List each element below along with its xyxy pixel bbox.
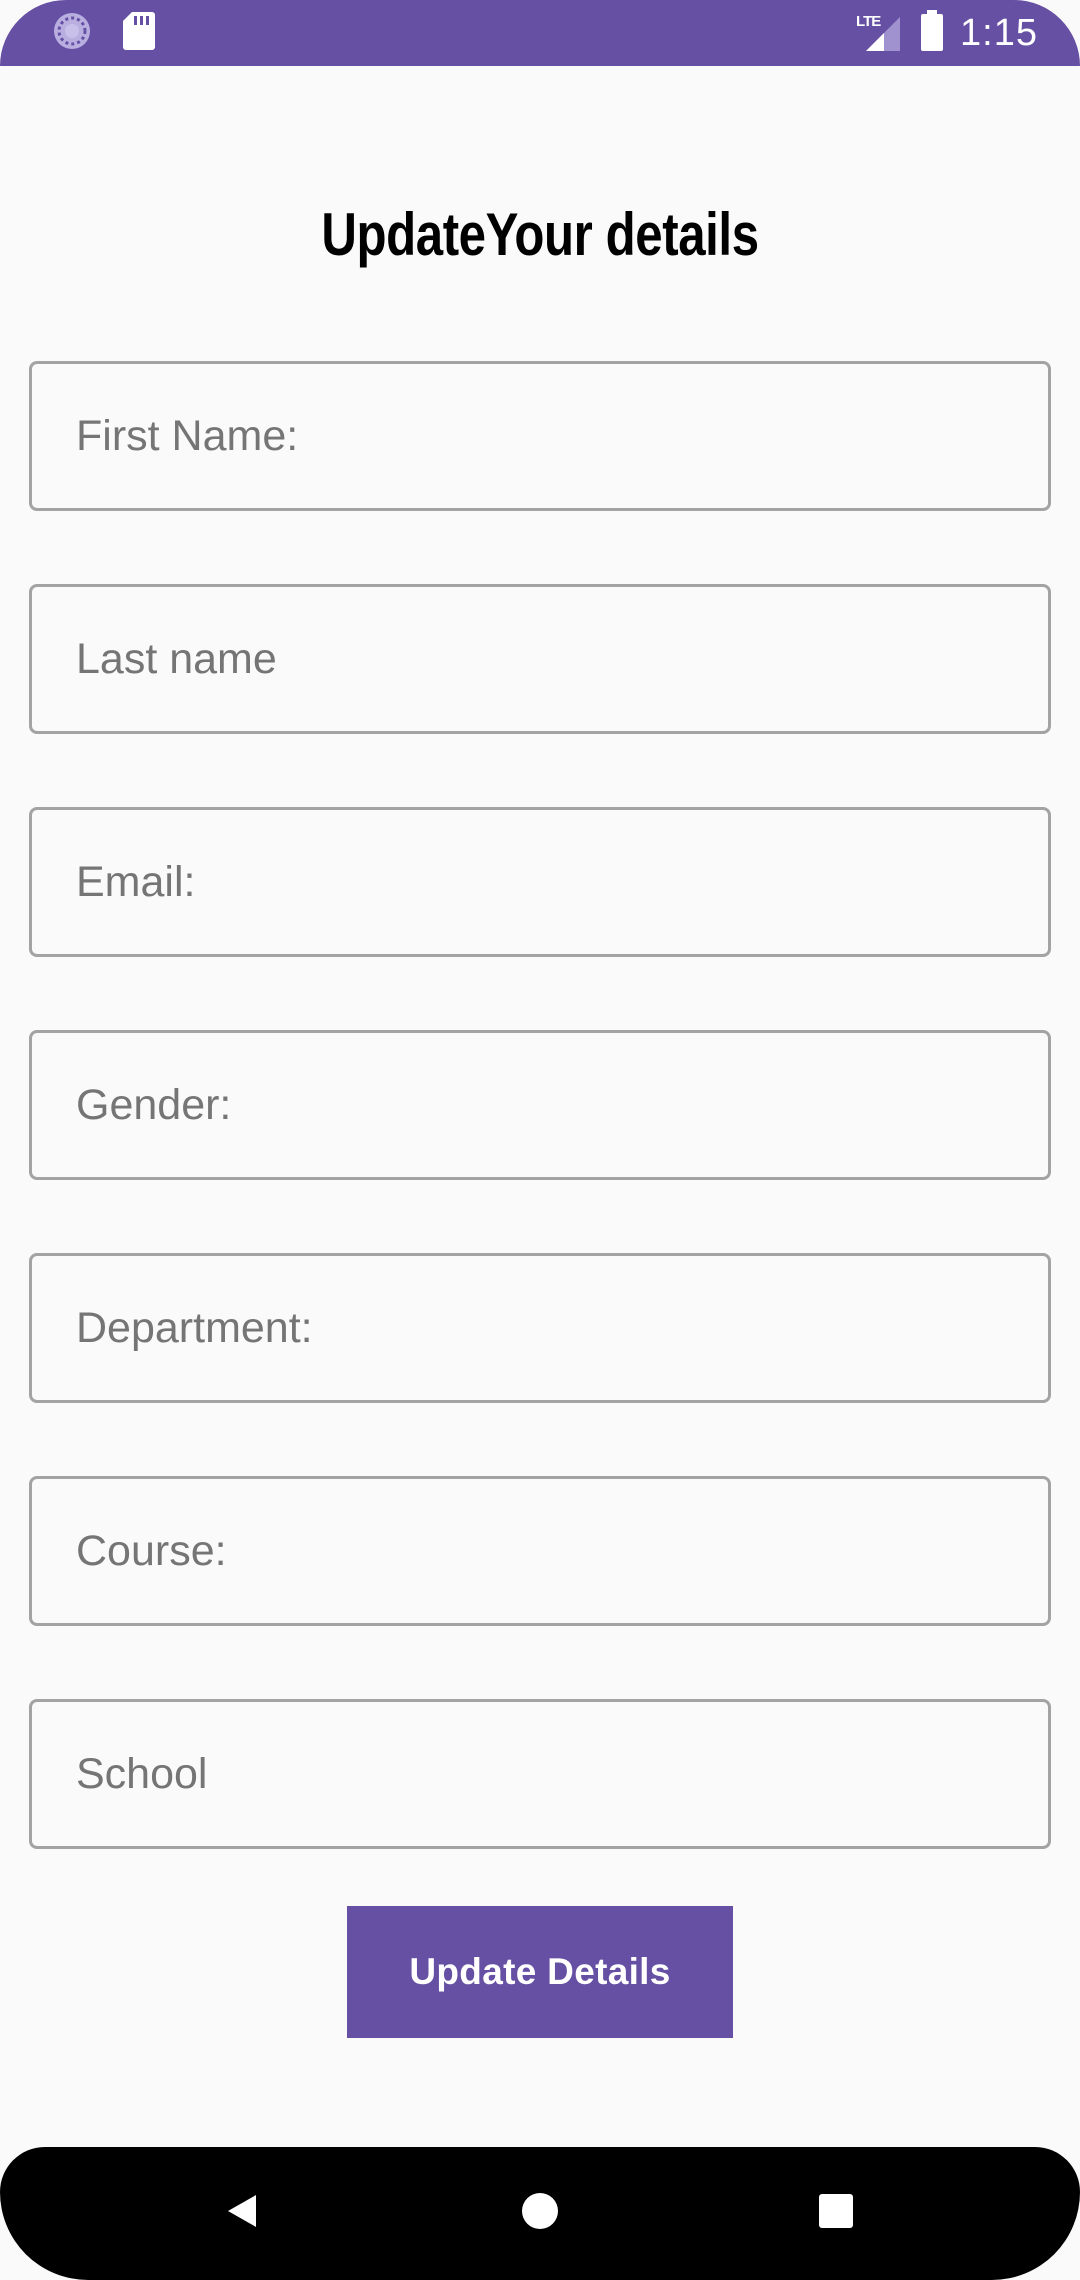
email-input[interactable] — [74, 856, 1048, 908]
navigation-bar — [0, 2147, 1080, 2280]
email-field[interactable] — [29, 807, 1051, 957]
status-bar: LTE 1:15 — [0, 0, 1080, 66]
school-input[interactable] — [74, 1748, 1048, 1800]
department-field[interactable] — [29, 1253, 1051, 1403]
update-details-button[interactable]: Update Details — [347, 1906, 733, 2038]
back-icon — [222, 2191, 262, 2236]
status-bar-right: LTE 1:15 — [856, 8, 1038, 58]
school-field[interactable] — [29, 1699, 1051, 1849]
page-title: UpdateYour details — [321, 201, 759, 268]
home-icon — [520, 2191, 560, 2236]
status-time: 1:15 — [960, 11, 1038, 54]
recents-icon — [818, 2193, 854, 2234]
first-name-field[interactable] — [29, 361, 1051, 511]
home-button[interactable] — [480, 2147, 600, 2280]
back-button[interactable] — [182, 2147, 302, 2280]
status-bar-left — [52, 11, 156, 52]
gender-field[interactable] — [29, 1030, 1051, 1180]
department-input[interactable] — [74, 1302, 1048, 1354]
recents-button[interactable] — [776, 2147, 896, 2280]
last-name-field[interactable] — [29, 584, 1051, 734]
sd-card-icon — [122, 11, 156, 56]
sync-icon — [52, 11, 92, 56]
battery-icon — [920, 9, 944, 57]
course-input[interactable] — [74, 1525, 1048, 1577]
first-name-input[interactable] — [74, 410, 1048, 462]
gender-input[interactable] — [74, 1079, 1048, 1131]
last-name-input[interactable] — [74, 633, 1048, 685]
signal-icon: LTE — [856, 13, 904, 53]
course-field[interactable] — [29, 1476, 1051, 1626]
